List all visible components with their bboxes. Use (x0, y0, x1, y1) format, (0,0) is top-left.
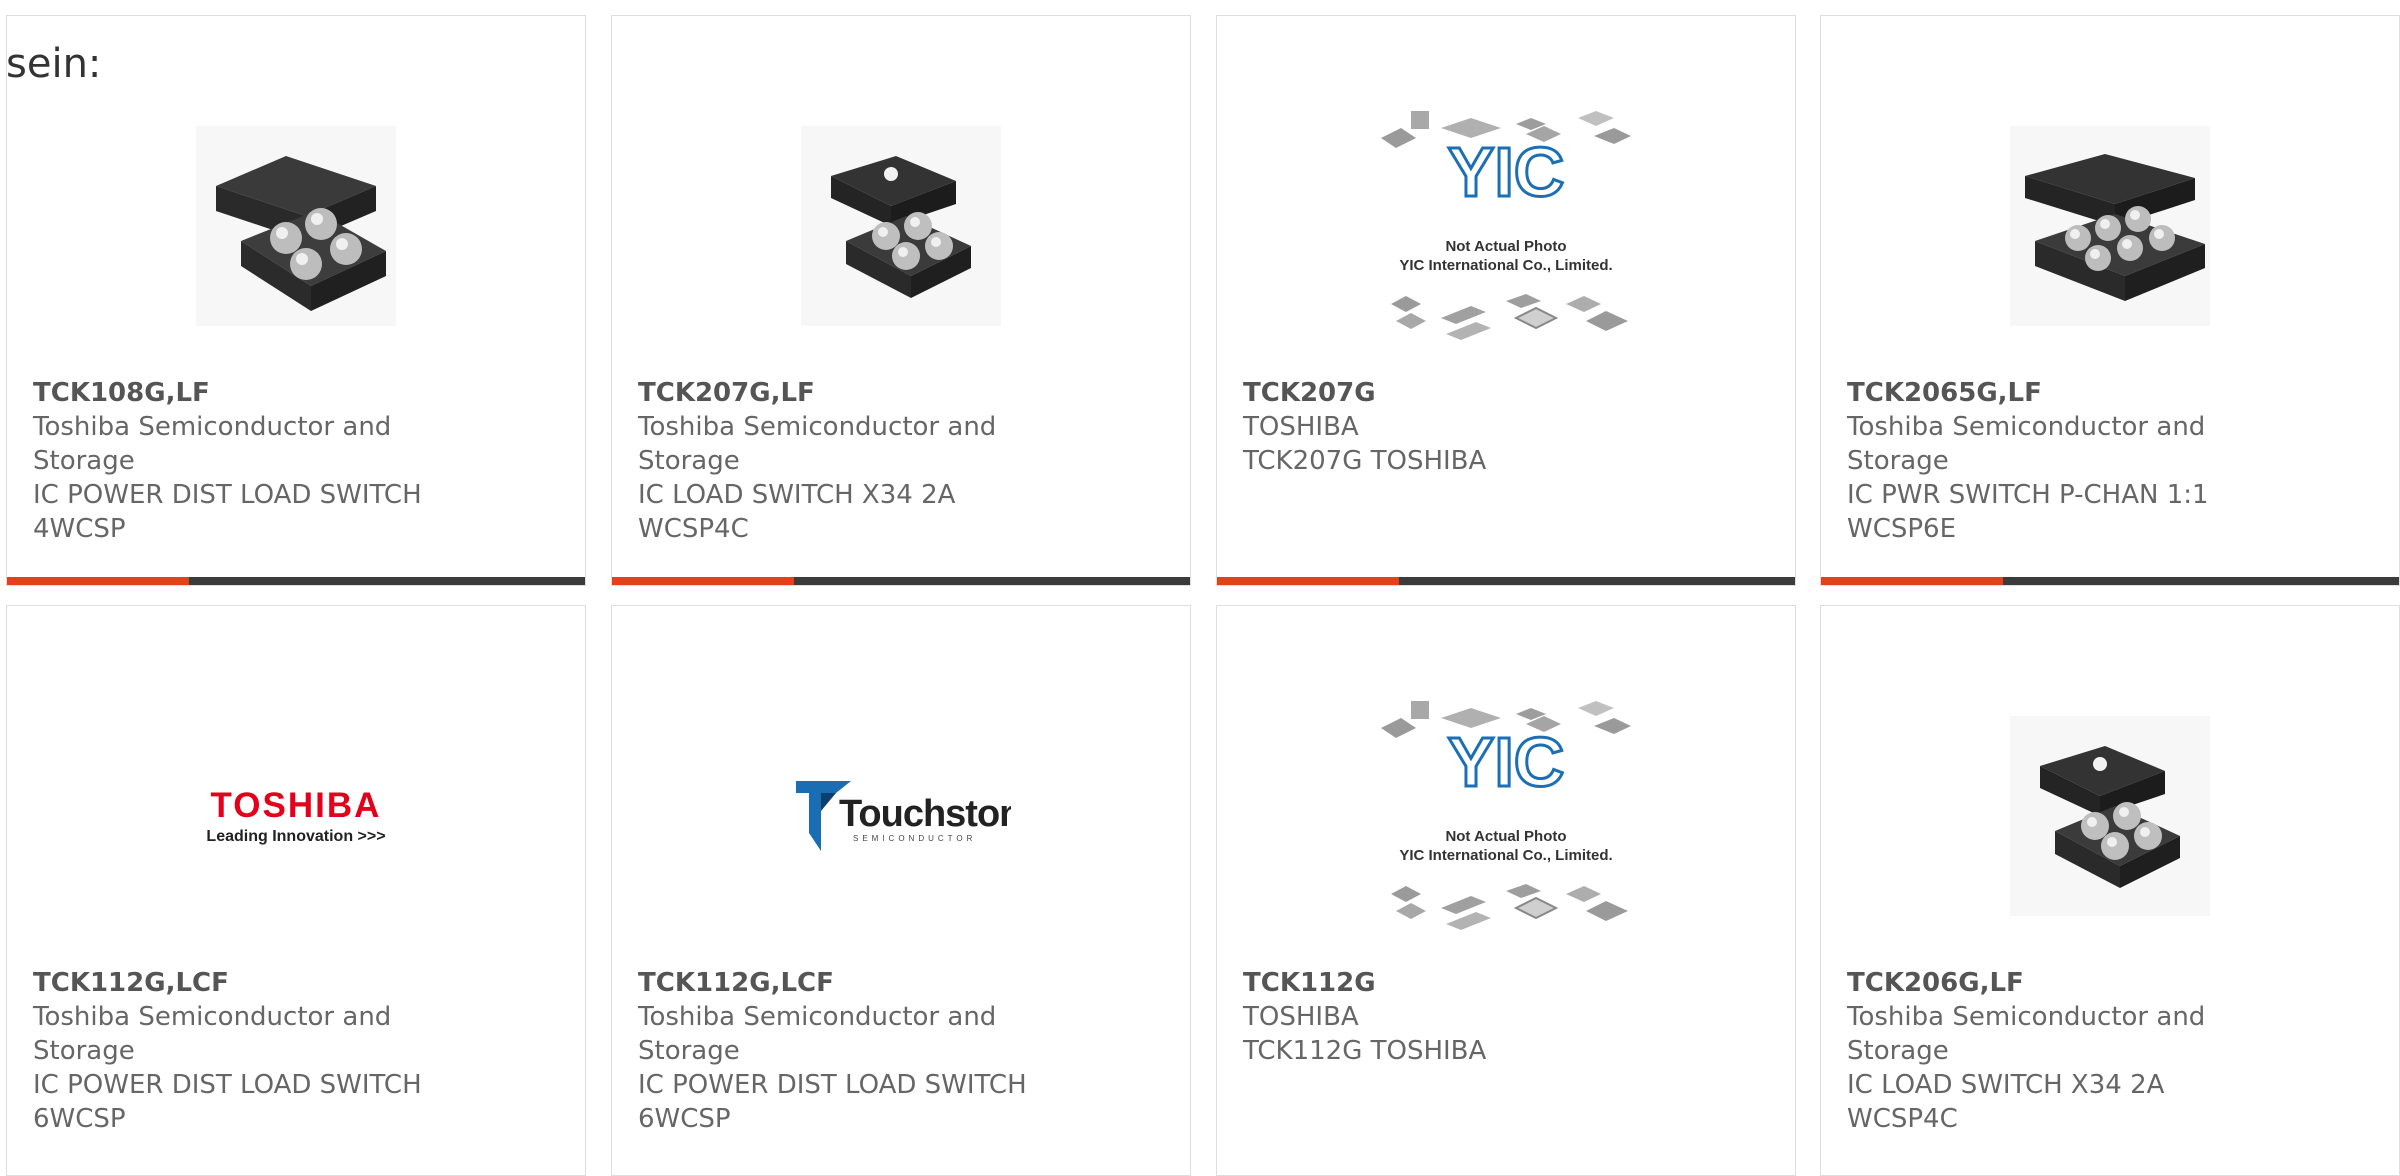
product-card[interactable]: Touchstone SEMICONDUCTOR TCK112G,LCF Tos… (611, 605, 1191, 1176)
product-card[interactable]: TCK207G,LF Toshiba Semiconductor and Sto… (611, 15, 1191, 586)
card-bar (1217, 577, 1795, 585)
card-bar-accent (612, 577, 794, 585)
chip-4-ball-dot-icon (2010, 716, 2210, 916)
part-number[interactable]: TCK112G,LCF (33, 966, 422, 1000)
product-card[interactable]: TOSHIBA Leading Innovation >>> TCK112G,L… (6, 605, 586, 1176)
svg-text:Not Actual Photo: Not Actual Photo (1445, 238, 1566, 255)
svg-text:SEMICONDUCTOR: SEMICONDUCTOR (853, 834, 976, 843)
description: TCK207G TOSHIBA (1243, 446, 1487, 476)
description: IC LOAD SWITCH X34 2A (1847, 1070, 2165, 1100)
card-bar (7, 577, 585, 585)
card-bar (1821, 577, 2399, 585)
product-card[interactable]: YIC Not Actual Photo YIC International C… (1216, 605, 1796, 1176)
svg-text:YIC: YIC (1448, 723, 1565, 801)
description: IC POWER DIST LOAD SWITCH (33, 1070, 422, 1100)
chip-6-ball-icon (2010, 126, 2210, 326)
package: 4WCSP (33, 514, 126, 544)
manufacturer-cont: Storage (1847, 1036, 1949, 1066)
product-image[interactable] (612, 76, 1190, 376)
manufacturer-cont: Storage (33, 1036, 135, 1066)
yic-placeholder-icon: YIC Not Actual Photo YIC International C… (1381, 111, 1631, 340)
description: IC LOAD SWITCH X34 2A (638, 480, 956, 510)
product-card[interactable]: YIC Not Actual Photo YIC International C… (1216, 15, 1796, 586)
toshiba-logo: TOSHIBA Leading Innovation >>> (206, 786, 386, 845)
part-number[interactable]: TCK207G (1243, 376, 1486, 410)
manufacturer: Toshiba Semiconductor and (1847, 412, 2206, 442)
part-number[interactable]: TCK112G,LCF (638, 966, 1027, 1000)
product-image[interactable]: Touchstone SEMICONDUCTOR (612, 666, 1190, 966)
manufacturer: Toshiba Semiconductor and (33, 412, 392, 442)
part-number[interactable]: TCK206G,LF (1847, 966, 2205, 1000)
product-image[interactable]: YIC Not Actual Photo YIC International C… (1217, 76, 1795, 376)
manufacturer: TOSHIBA (1243, 1002, 1359, 1032)
manufacturer: Toshiba Semiconductor and (638, 1002, 997, 1032)
manufacturer-cont: Storage (33, 446, 135, 476)
description: IC POWER DIST LOAD SWITCH (638, 1070, 1027, 1100)
product-card[interactable]: TCK108G,LF Toshiba Semiconductor and Sto… (6, 15, 586, 586)
touchstone-logo: Touchstone SEMICONDUCTOR (796, 781, 1011, 851)
part-number[interactable]: TCK207G,LF (638, 376, 996, 410)
chip-4-ball-icon (196, 126, 396, 326)
package: 6WCSP (638, 1104, 731, 1134)
product-card[interactable]: TCK206G,LF Toshiba Semiconductor and Sto… (1820, 605, 2400, 1176)
package: WCSP4C (1847, 1104, 1958, 1134)
product-image[interactable] (1821, 666, 2399, 966)
description: IC POWER DIST LOAD SWITCH (33, 480, 422, 510)
product-image[interactable]: YIC Not Actual Photo YIC International C… (1217, 666, 1795, 966)
svg-text:Not Actual Photo: Not Actual Photo (1445, 828, 1566, 845)
manufacturer: Toshiba Semiconductor and (1847, 1002, 2206, 1032)
manufacturer: TOSHIBA (1243, 412, 1359, 442)
part-number[interactable]: TCK108G,LF (33, 376, 422, 410)
product-image[interactable] (1821, 76, 2399, 376)
card-bar-accent (7, 577, 189, 585)
package: 6WCSP (33, 1104, 126, 1134)
yic-placeholder-icon: YIC Not Actual Photo YIC International C… (1381, 701, 1631, 930)
product-card[interactable]: TCK2065G,LF Toshiba Semiconductor and St… (1820, 15, 2400, 586)
manufacturer-cont: Storage (638, 1036, 740, 1066)
part-number[interactable]: TCK2065G,LF (1847, 376, 2209, 410)
product-image[interactable]: TOSHIBA Leading Innovation >>> (7, 666, 585, 966)
manufacturer-cont: Storage (1847, 446, 1949, 476)
package: WCSP6E (1847, 514, 1957, 544)
card-bar-accent (1821, 577, 2003, 585)
card-bar (612, 577, 1190, 585)
svg-text:YIC International Co., Limited: YIC International Co., Limited. (1399, 257, 1612, 274)
intro-text: sein: (6, 41, 102, 87)
svg-text:YIC: YIC (1448, 133, 1565, 211)
description: TCK112G TOSHIBA (1243, 1036, 1487, 1066)
description: IC PWR SWITCH P-CHAN 1:1 (1847, 480, 2209, 510)
svg-text:YIC International Co., Limited: YIC International Co., Limited. (1399, 847, 1612, 864)
part-number[interactable]: TCK112G (1243, 966, 1486, 1000)
product-image[interactable] (7, 76, 585, 376)
svg-text:Touchstone: Touchstone (839, 793, 1011, 835)
manufacturer: Toshiba Semiconductor and (33, 1002, 392, 1032)
package: WCSP4C (638, 514, 749, 544)
chip-4-ball-dot-icon (801, 126, 1001, 326)
manufacturer-cont: Storage (638, 446, 740, 476)
card-bar-accent (1217, 577, 1399, 585)
manufacturer: Toshiba Semiconductor and (638, 412, 997, 442)
